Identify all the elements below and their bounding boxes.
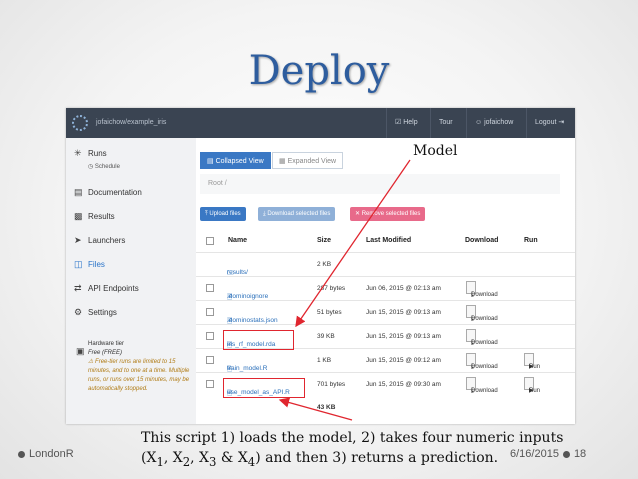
footer-date: 6/16/2015 xyxy=(510,448,559,460)
script-arrow xyxy=(278,397,353,421)
model-arrow xyxy=(295,159,411,328)
bullet-icon xyxy=(18,450,25,458)
bullet-icon xyxy=(562,450,570,458)
script-callout-line1: This script 1) loads the model, 2) takes… xyxy=(141,430,564,446)
callout-arrows xyxy=(278,159,411,421)
footer-right: 6/16/2015 18 xyxy=(510,448,586,460)
page-number: 18 xyxy=(573,448,587,460)
model-callout: Model xyxy=(410,143,461,159)
footer-left: LondonR xyxy=(14,448,74,460)
